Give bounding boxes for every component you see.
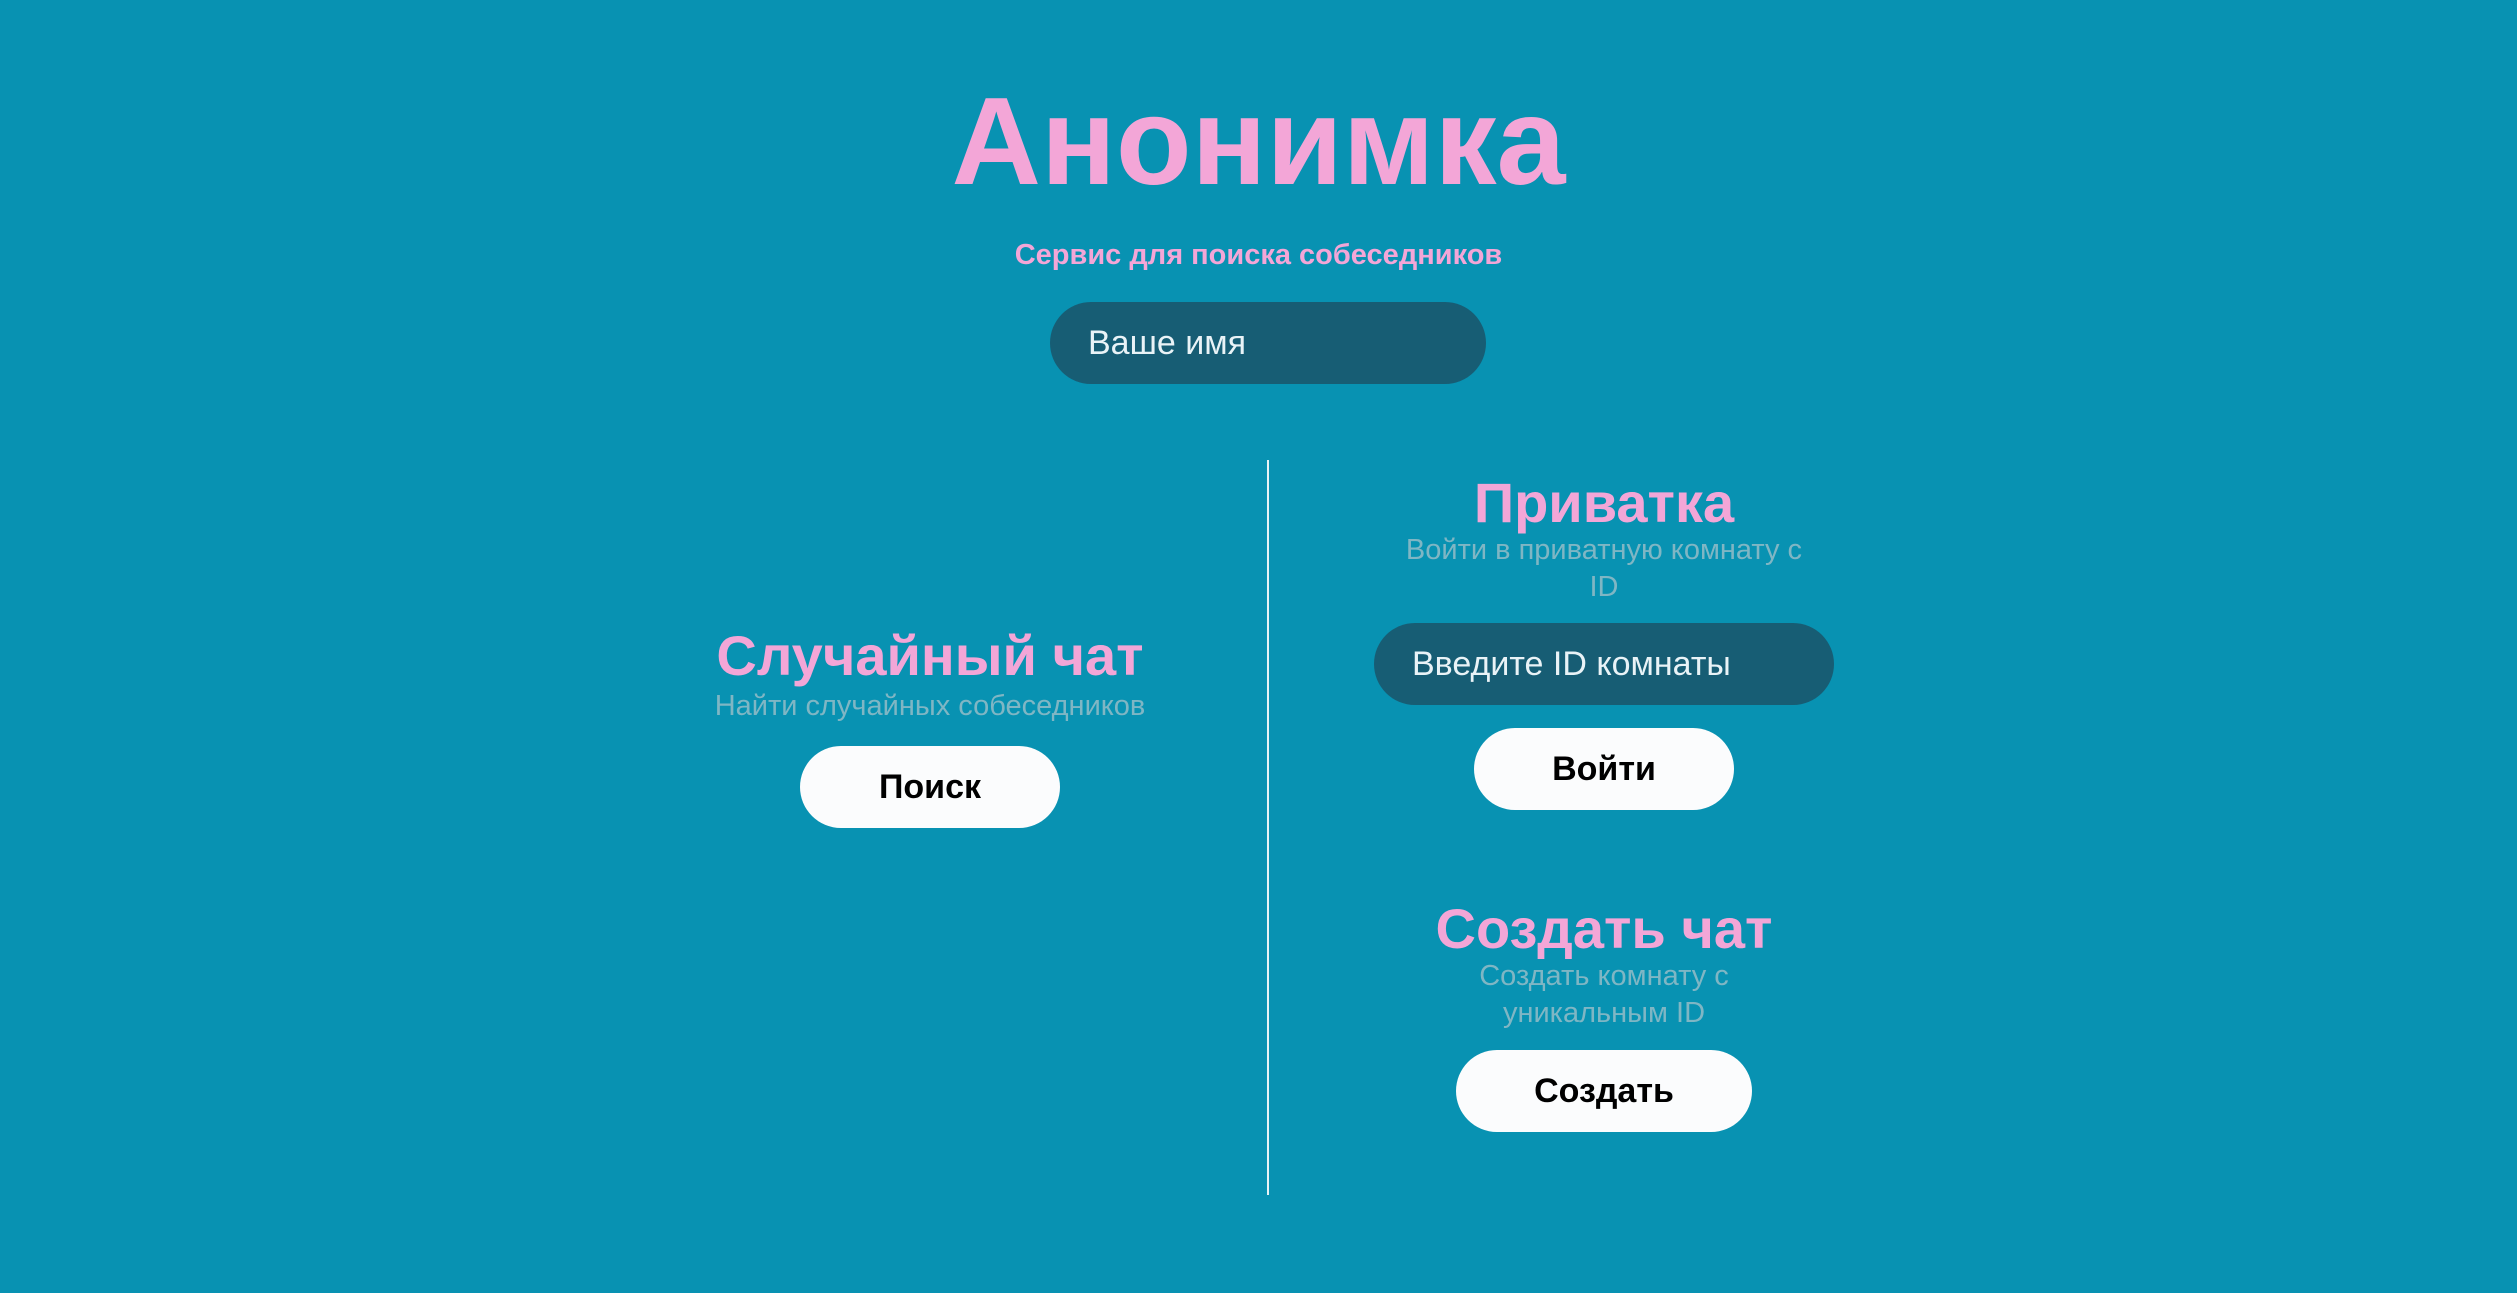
join-button[interactable]: Войти xyxy=(1474,728,1734,810)
room-id-input[interactable] xyxy=(1374,623,1834,705)
page: Анонимка Сервис для поиска собеседников … xyxy=(0,0,2517,1293)
create-chat-description: Создать комнату с уникальным ID xyxy=(1479,960,1729,1029)
create-chat-title: Создать чат xyxy=(1435,897,1773,960)
app-subtitle: Сервис для поиска собеседников xyxy=(1014,239,1503,271)
search-button[interactable]: Поиск xyxy=(800,746,1060,828)
random-chat-description: Найти случайных собеседников xyxy=(714,690,1146,722)
private-room-title: Приватка xyxy=(1473,471,1735,534)
app-title: Анонимка xyxy=(951,73,1566,211)
private-room-description: Войти в приватную комнату с ID xyxy=(1405,534,1803,603)
name-input[interactable] xyxy=(1050,302,1486,384)
create-button[interactable]: Создать xyxy=(1456,1050,1752,1132)
random-chat-title: Случайный чат xyxy=(716,624,1144,687)
column-divider xyxy=(1267,460,1269,1195)
